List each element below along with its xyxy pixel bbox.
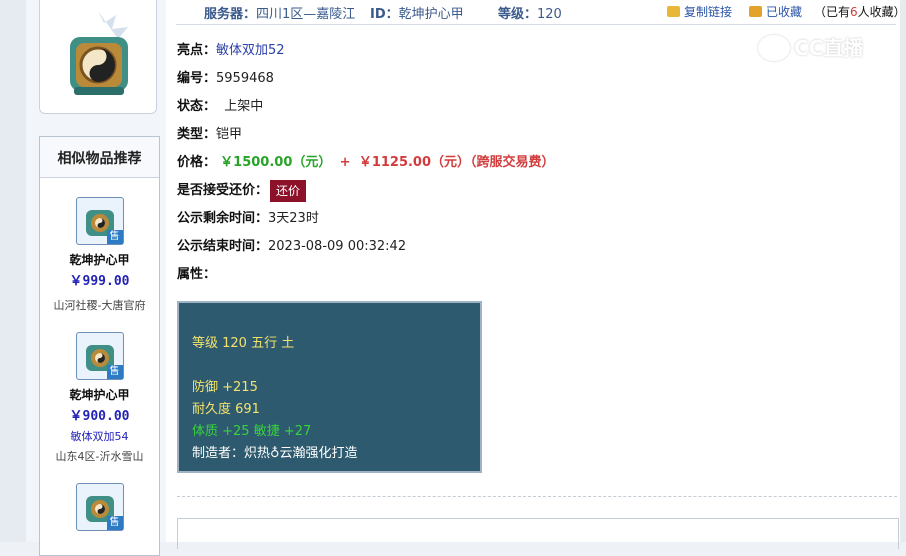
cc-logo-icon [758, 35, 790, 61]
similar-items-panel: 相似物品推荐 售 乾坤护心甲 ￥999.00 山河社稷-大唐官府 售 乾坤护心甲 [39, 136, 160, 556]
similar-item-name[interactable]: 乾坤护心甲 [40, 386, 159, 403]
similar-item-card[interactable]: 售 [40, 483, 159, 531]
highlight-value: 敏体双加52 [216, 43, 285, 58]
attributes-row: 属性： [177, 261, 555, 289]
highlight-label: 亮点： [177, 43, 217, 58]
price-plus: + [339, 155, 351, 170]
level-info: 等级：120 [498, 3, 562, 22]
level-label: 等级： [498, 7, 538, 22]
type-row: 类型：铠甲 [177, 121, 555, 149]
remaining-time-value: 3天23时 [268, 211, 319, 226]
attributes-panel: 等级 120 五行 土 防御 +215 耐久度 691 体质 +25 敏捷 +2… [177, 301, 482, 473]
similar-item-name[interactable]: 乾坤护心甲 [40, 251, 159, 268]
number-row: 编号：5959468 [177, 65, 555, 93]
lower-section-box [177, 518, 899, 549]
status-label: 状态： [177, 99, 217, 114]
favorite-count-prefix: （已有 [814, 5, 851, 19]
id-label: ID： [370, 7, 399, 22]
item-details: 亮点：敏体双加52 编号：5959468 状态： 上架中 类型：铠甲 价格： ￥… [177, 37, 555, 289]
end-time-row: 公示结束时间：2023-08-09 00:32:42 [177, 233, 555, 261]
server-value: 四川1区—嘉陵江 [256, 7, 356, 22]
similar-item-icon[interactable]: 售 [75, 197, 124, 245]
type-value: 铠甲 [216, 127, 243, 142]
similar-item-highlight: 敏体双加54 [70, 430, 129, 443]
remaining-time-label: 公示剩余时间： [177, 211, 269, 226]
level-value: 120 [537, 7, 562, 22]
price-main: ￥1500.00（元） [220, 155, 332, 170]
attr-level-element: 等级 120 五行 土 [192, 336, 295, 351]
remaining-time-row: 公示剩余时间：3天23时 [177, 205, 555, 233]
similar-item-server: 山东4区-沂水雪山 [55, 450, 144, 463]
similar-item-icon[interactable]: 售 [75, 332, 124, 380]
status-value: 上架中 [224, 99, 264, 114]
favorite-button[interactable]: 已收藏 [749, 3, 802, 20]
favorite-label: 已收藏 [766, 5, 803, 19]
copy-link-button[interactable]: 复制链接 [667, 3, 732, 20]
status-row: 状态： 上架中 [177, 93, 555, 121]
favorite-icon [749, 6, 762, 17]
highlight-row: 亮点：敏体双加52 [177, 37, 555, 65]
section-divider [177, 496, 897, 497]
price-fee: ￥1125.00（元）（跨服交易费） [358, 155, 555, 170]
server-label: 服务器： [204, 7, 257, 22]
price-label: 价格： [177, 155, 217, 170]
watermark-text: CC直播 [794, 36, 864, 60]
sold-badge: 售 [106, 230, 123, 244]
armor-icon [70, 11, 128, 95]
end-time-label: 公示结束时间： [177, 239, 269, 254]
listing-header-bar: 服务器：四川1区—嘉陵江 ID：乾坤护心甲 等级：120 复制链接 已收藏 （已… [176, 0, 906, 25]
favorite-count: （已有6人收藏） [814, 3, 906, 20]
counter-offer-button[interactable]: 还价 [270, 179, 307, 202]
number-value: 5959468 [216, 71, 274, 86]
number-label: 编号： [177, 71, 217, 86]
id-info: ID：乾坤护心甲 [370, 3, 464, 22]
counter-offer-label: 是否接受还价： [177, 183, 269, 198]
favorite-count-suffix: 人收藏） [857, 5, 906, 19]
similar-item-server: 山河社稷-大唐官府 [53, 299, 146, 312]
item-image [39, 0, 157, 114]
attr-maker: 制造者：炽热♁云瀚强化打造 [192, 446, 358, 461]
similar-item-price: ￥999.00 [69, 274, 130, 289]
sold-badge: 售 [106, 365, 123, 379]
link-icon [667, 6, 680, 17]
id-value: 乾坤护心甲 [398, 7, 464, 22]
type-label: 类型： [177, 127, 217, 142]
server-info: 服务器：四川1区—嘉陵江 [204, 3, 355, 22]
copy-link-label: 复制链接 [684, 5, 733, 19]
similar-item-price: ￥900.00 [69, 409, 130, 424]
attributes-label: 属性： [177, 267, 217, 282]
left-edge [0, 0, 26, 542]
counter-offer-row: 是否接受还价： 还价 [177, 177, 555, 205]
end-time-value: 2023-08-09 00:32:42 [268, 239, 407, 254]
similar-items-title: 相似物品推荐 [40, 137, 159, 178]
similar-item-card[interactable]: 售 乾坤护心甲 ￥900.00 敏体双加54 山东4区-沂水雪山 [40, 332, 159, 464]
similar-item-card[interactable]: 售 乾坤护心甲 ￥999.00 山河社稷-大唐官府 [40, 197, 159, 313]
attr-defense: 防御 +215 [192, 380, 258, 395]
price-row: 价格： ￥1500.00（元） + ￥1125.00（元）（跨服交易费） [177, 149, 555, 177]
stream-watermark: CC直播 [758, 32, 863, 61]
scrollbar[interactable] [900, 0, 906, 542]
favorite-count-number: 6 [850, 5, 858, 19]
attr-durability: 耐久度 691 [192, 402, 260, 417]
attr-bonus-stats: 体质 +25 敏捷 +27 [192, 424, 312, 439]
sold-badge: 售 [106, 516, 123, 530]
similar-item-icon[interactable]: 售 [75, 483, 124, 531]
